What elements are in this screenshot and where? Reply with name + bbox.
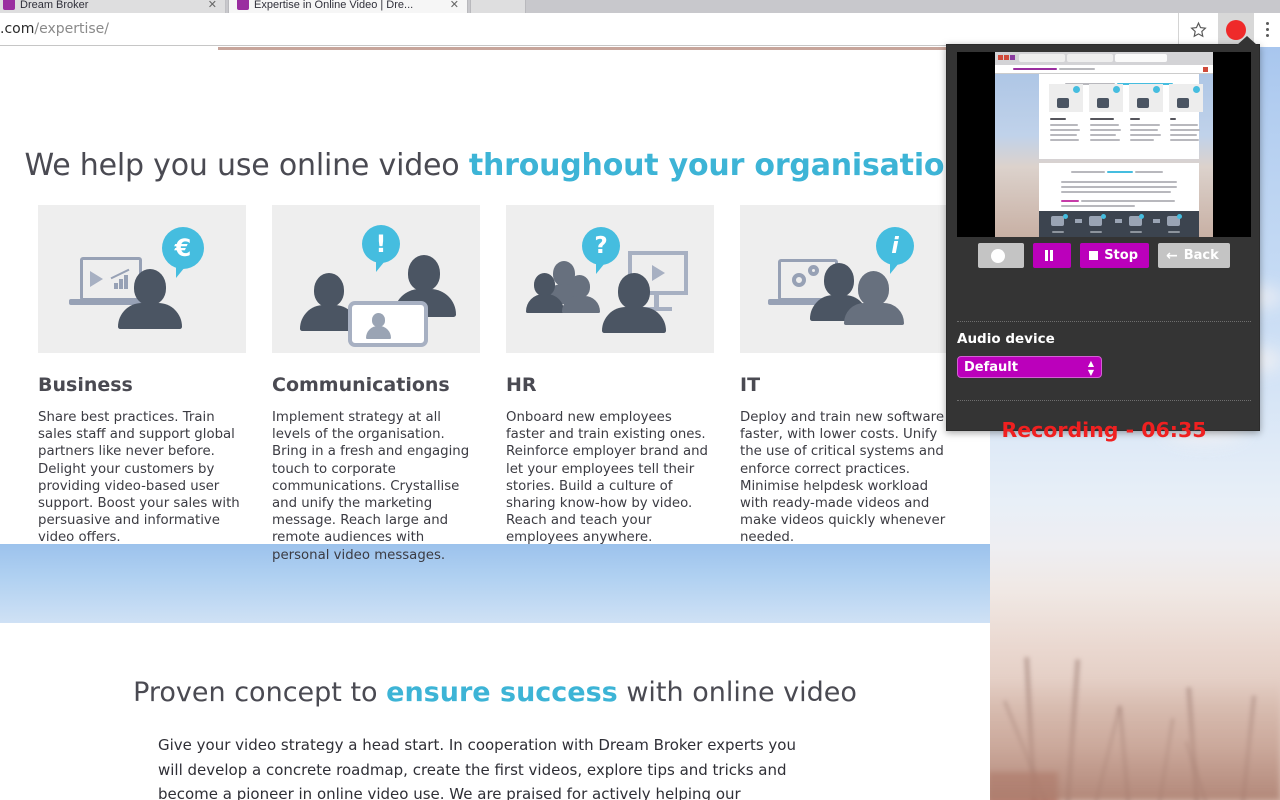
section-title-post: with online video <box>617 677 857 708</box>
expertise-card-business[interactable]: € Business Share best practices. Train s… <box>38 205 246 547</box>
back-arrow-icon: ← <box>1166 247 1178 264</box>
card-body: Deploy and train new software faster, wi… <box>740 410 946 546</box>
page-title-accent: throughout your organisation <box>468 148 966 183</box>
tab-title: Dream Broker <box>20 0 89 11</box>
back-button[interactable]: ← Back <box>1158 243 1230 268</box>
card-body: Implement strategy at all levels of the … <box>272 410 470 563</box>
divider-bottom <box>957 400 1251 401</box>
audio-device-value: Default <box>964 359 1018 375</box>
tab-strip: Dream Broker ✕ Expertise in Online Video… <box>0 0 1280 13</box>
stop-button[interactable]: Stop <box>1080 243 1150 268</box>
url-path: /expertise/ <box>34 21 109 37</box>
dreambroker-favicon <box>237 0 249 10</box>
browser-chrome: Dream Broker ✕ Expertise in Online Video… <box>0 0 1280 47</box>
tab-title: Expertise in Online Video | Dre... <box>254 0 414 11</box>
chevron-updown-icon: ▲ ▼ <box>1087 359 1094 377</box>
stop-square-icon <box>1089 251 1099 260</box>
url-domain: .com <box>0 21 35 37</box>
dreambroker-favicon <box>3 0 15 10</box>
exclamation-speech-bubble-icon: ! <box>362 225 400 272</box>
recorder-controls: Stop ← Back <box>947 243 1261 268</box>
url-text: .com/expertise/ <box>0 21 109 37</box>
browser-tab-1[interactable]: Dream Broker ✕ <box>0 0 226 13</box>
video-device-icon <box>348 301 428 347</box>
star-icon[interactable] <box>1178 13 1218 46</box>
expertise-card-communications[interactable]: ! Communications Implement strategy at a… <box>272 205 480 564</box>
audio-device-select[interactable]: Default ▲ ▼ <box>957 356 1102 378</box>
hr-illustration: ? <box>506 205 714 353</box>
record-circle-icon <box>991 248 1006 263</box>
close-icon[interactable]: ✕ <box>450 0 459 12</box>
section-title-accent: ensure success <box>386 677 618 708</box>
it-illustration: i <box>740 205 948 353</box>
close-icon[interactable]: ✕ <box>208 0 217 12</box>
section-title: Proven concept to ensure success with on… <box>0 677 990 708</box>
section-divider-band <box>0 544 990 623</box>
screen: We help you use online video throughout … <box>0 0 1280 800</box>
recording-preview <box>957 52 1251 237</box>
page-top-edge <box>218 47 990 50</box>
preview-page-top <box>1039 74 1203 159</box>
stop-button-label: Stop <box>1104 248 1139 263</box>
question-speech-bubble-icon: ? <box>582 227 620 274</box>
section-paragraph: Give your video strategy a head start. I… <box>158 736 796 800</box>
three-dot-menu-icon[interactable] <box>1254 13 1280 46</box>
record-button[interactable] <box>978 243 1025 268</box>
browser-tab-2[interactable]: Expertise in Online Video | Dre... ✕ <box>228 0 468 13</box>
expertise-card-it[interactable]: i IT Deploy and train new software faste… <box>740 205 948 547</box>
communications-illustration: ! <box>272 205 480 353</box>
screen-recorder-panel: Stop ← Back Audio device Default ▲▼ Rec <box>946 36 1261 442</box>
info-speech-bubble-icon: i <box>876 227 914 274</box>
panel-pointer <box>1237 36 1257 45</box>
back-button-label: Back <box>1183 248 1219 263</box>
expertise-card-hr[interactable]: ? HR Onboard new employees faster and tr… <box>506 205 714 547</box>
audio-device-label: Audio device <box>957 331 1055 347</box>
recording-status: Recording - 06:35 <box>1001 418 1207 442</box>
omnibar-actions <box>1178 13 1280 46</box>
card-body: Share best practices. Train sales staff … <box>38 410 240 546</box>
page-title-plain: We help you use online video <box>24 148 469 183</box>
card-title: Communications <box>272 374 450 396</box>
address-bar[interactable]: .com/expertise/ <box>0 13 1280 46</box>
card-title: HR <box>506 374 537 396</box>
browser-tab-3[interactable] <box>470 0 526 13</box>
card-title: IT <box>740 374 761 396</box>
pause-button[interactable] <box>1033 243 1072 268</box>
website-content-column: We help you use online video throughout … <box>0 47 990 800</box>
euro-speech-bubble-icon: € <box>162 227 204 278</box>
preview-page-bottom <box>1039 163 1199 211</box>
preview-page-footer <box>1039 211 1199 237</box>
card-title: Business <box>38 374 133 396</box>
section-title-pre: Proven concept to <box>133 677 387 708</box>
business-illustration: € <box>38 205 246 353</box>
card-body: Onboard new employees faster and train e… <box>506 410 708 546</box>
page-title: We help you use online video throughout … <box>0 147 990 185</box>
pause-bars-icon <box>1044 250 1054 261</box>
divider-top <box>957 321 1251 322</box>
